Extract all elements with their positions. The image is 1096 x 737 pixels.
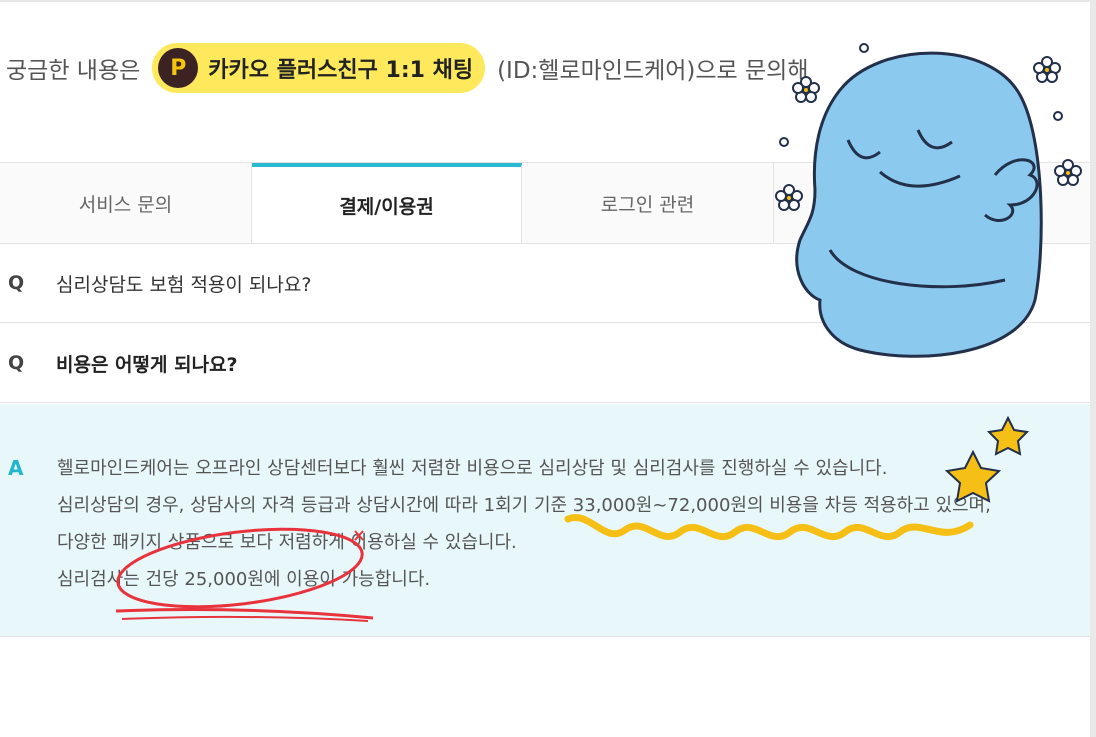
dot-decoration [859, 43, 869, 53]
flower-icon [1054, 159, 1082, 186]
flower-icon [792, 76, 820, 103]
red-asterisk [354, 530, 364, 541]
yellow-wavy-underline [564, 514, 974, 541]
flower-icon [1033, 56, 1061, 83]
red-circle-highlight [116, 527, 364, 609]
red-underline [121, 615, 369, 622]
decoration-overlay [115, 43, 1082, 622]
dot-decoration [779, 137, 789, 147]
star-icon [986, 415, 1030, 456]
dot-decoration [1053, 111, 1063, 121]
star-icon [944, 449, 1002, 503]
flower-icon [775, 184, 803, 211]
